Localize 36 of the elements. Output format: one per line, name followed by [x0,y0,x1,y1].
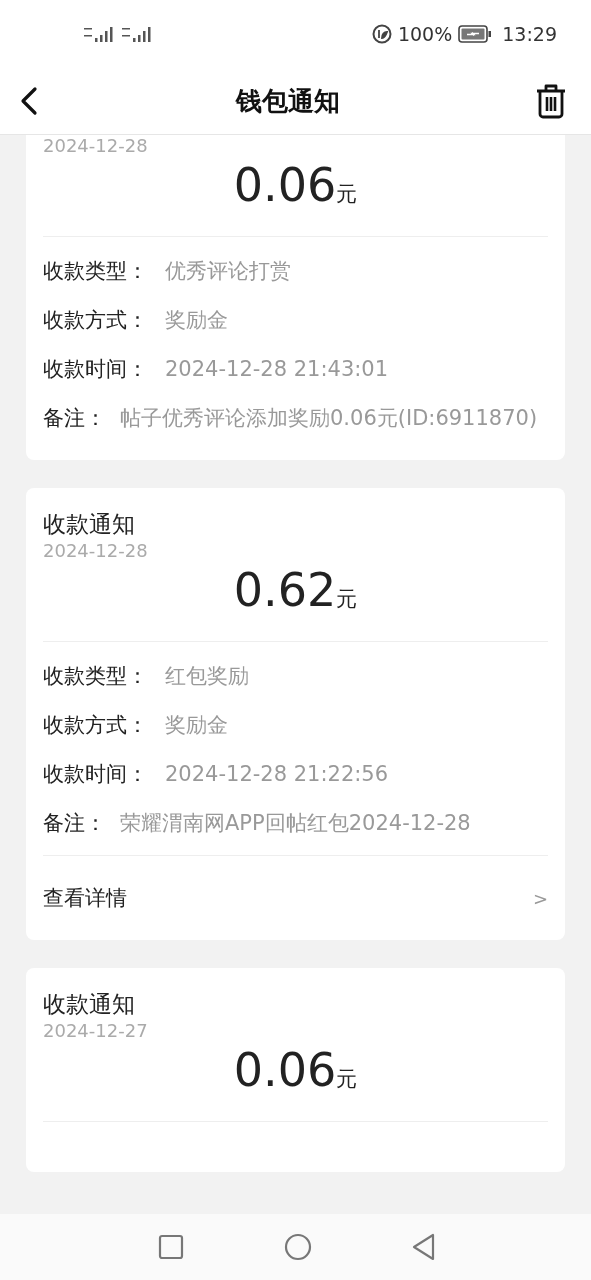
remark-text: 荣耀渭南网APP回帖红包2024-12-28 [120,810,471,837]
field-label: 收款方式： [43,712,149,739]
signal-icon [82,25,116,43]
remark-label: 备注： [43,810,106,837]
field-label: 收款方式： [43,307,149,334]
battery-percentage: 100% [397,23,453,45]
home-icon[interactable] [283,1233,312,1261]
field-label: 收款类型： [43,258,149,285]
battery-icon [458,25,493,43]
view-details-link[interactable]: 查看详情 > [43,855,548,940]
back-nav-icon[interactable] [411,1233,436,1261]
field-value: 2024-12-28 21:22:56 [165,761,389,788]
amount-text: 0.06元 [233,1042,358,1099]
field-label: 收款类型： [43,663,149,690]
card-title: 收款通知 [43,510,135,539]
amount-text: 0.62 元 [233,562,358,619]
signal-icon [120,25,154,43]
clock-time: 13:29 [502,23,557,45]
trash-icon[interactable] [535,83,567,119]
page-title: 钱包通知 [234,84,341,118]
field-value: 优秀评论打赏 [165,258,291,285]
card-title: 收款通知 [43,990,135,1019]
field-value: 红包奖励 [165,663,249,690]
notice-date: 2024-12-28 [43,540,148,562]
remark-text: 帖子优秀评论添加奖励0.06元(ID:6911870) [120,405,538,432]
field-label: 收款时间： [43,356,149,383]
eco-mode-icon [371,24,392,44]
field-label: 收款时间： [43,761,149,788]
amount-text: 0.06元 [233,157,358,214]
recent-apps-icon[interactable] [157,1234,184,1260]
field-value: 2024-12-28 21:43:01 [165,356,389,383]
field-value: 奖励金 [165,712,228,739]
notice-date: 2024-12-27 [43,1020,148,1042]
field-value: 奖励金 [165,307,228,334]
remark-label: 备注： [43,405,106,432]
notice-date: 2024-12-28 [43,135,148,157]
